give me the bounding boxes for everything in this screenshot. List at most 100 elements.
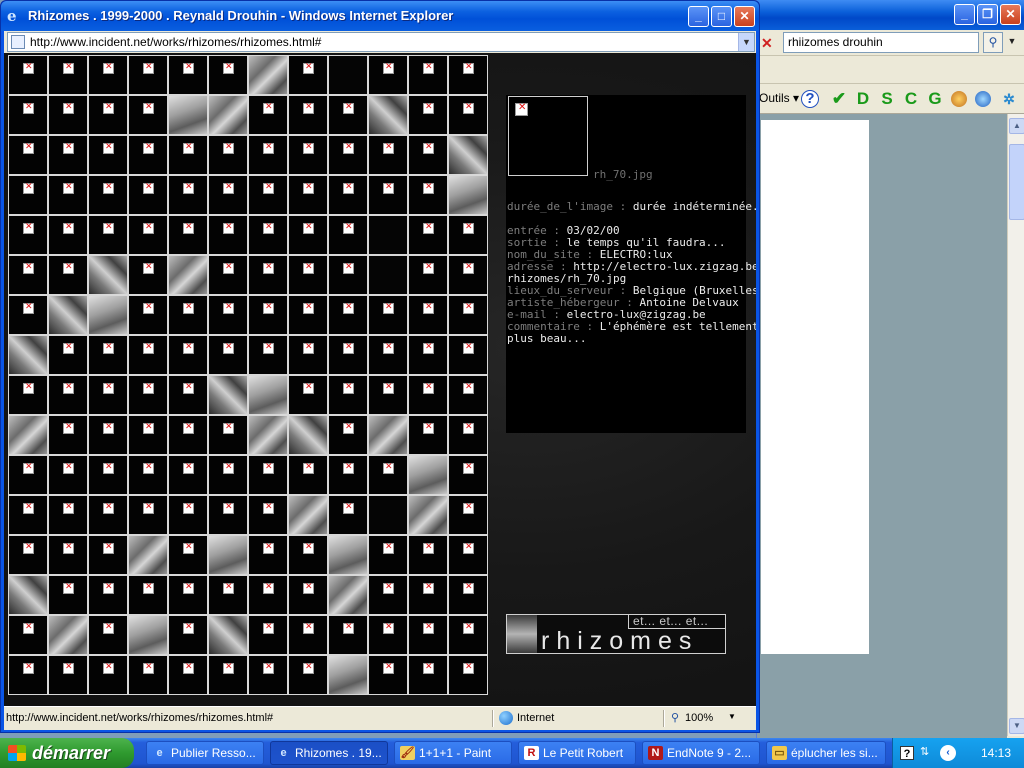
grid-cell-broken-image[interactable] [208, 655, 248, 695]
grid-cell-photo[interactable] [208, 535, 248, 575]
start-button[interactable]: démarrer [0, 738, 134, 768]
grid-cell-broken-image[interactable] [248, 335, 288, 375]
bg-close-button[interactable]: ✕ [1000, 4, 1021, 25]
grid-cell-broken-image[interactable] [368, 535, 408, 575]
grid-cell-broken-image[interactable] [208, 415, 248, 455]
grid-cell-broken-image[interactable] [408, 535, 448, 575]
grid-cell-photo[interactable] [288, 415, 328, 455]
grid-cell-broken-image[interactable] [88, 615, 128, 655]
scroll-thumb[interactable] [1009, 144, 1024, 220]
g-toolbar-button[interactable]: G [925, 89, 945, 109]
grid-cell-broken-image[interactable] [328, 375, 368, 415]
grid-cell-broken-image[interactable] [328, 495, 368, 535]
grid-cell-broken-image[interactable] [88, 455, 128, 495]
grid-cell-broken-image[interactable] [48, 215, 88, 255]
grid-cell-broken-image[interactable] [408, 375, 448, 415]
grid-cell-photo[interactable] [248, 375, 288, 415]
zoom-dropdown-icon[interactable]: ▼ [728, 712, 736, 721]
grid-cell-broken-image[interactable] [408, 55, 448, 95]
network-icon[interactable]: ⇅ [920, 745, 934, 761]
grid-cell-broken-image[interactable] [8, 535, 48, 575]
grid-cell-broken-image[interactable] [288, 215, 328, 255]
grid-cell-broken-image[interactable] [8, 495, 48, 535]
grid-cell-broken-image[interactable] [88, 575, 128, 615]
grid-cell-broken-image[interactable] [168, 615, 208, 655]
grid-cell-broken-image[interactable] [288, 335, 328, 375]
grid-cell-broken-image[interactable] [408, 295, 448, 335]
stop-icon[interactable]: ✕ [761, 34, 777, 52]
grid-cell-broken-image[interactable] [408, 335, 448, 375]
grid-cell-broken-image[interactable] [328, 215, 368, 255]
scroll-up-icon[interactable]: ▲ [1009, 118, 1024, 134]
grid-cell-empty[interactable] [368, 495, 408, 535]
d-toolbar-button[interactable]: D [853, 89, 873, 109]
grid-cell-broken-image[interactable] [168, 335, 208, 375]
grid-cell-broken-image[interactable] [168, 215, 208, 255]
grid-cell-broken-image[interactable] [248, 655, 288, 695]
grid-cell-empty[interactable] [368, 255, 408, 295]
grid-cell-broken-image[interactable] [48, 335, 88, 375]
grid-cell-broken-image[interactable] [368, 615, 408, 655]
bg-vertical-scrollbar[interactable]: ▲ ▼ [1007, 114, 1024, 736]
grid-cell-photo[interactable] [328, 575, 368, 615]
settings-icon[interactable]: ✲ [999, 89, 1019, 109]
grid-cell-photo[interactable] [248, 415, 288, 455]
globe-icon[interactable] [951, 91, 967, 107]
grid-cell-broken-image[interactable] [48, 135, 88, 175]
grid-cell-broken-image[interactable] [368, 295, 408, 335]
grid-cell-broken-image[interactable] [88, 535, 128, 575]
taskbar-item[interactable]: e Rhizomes . 19... [270, 741, 388, 765]
grid-cell-broken-image[interactable] [288, 95, 328, 135]
grid-cell-broken-image[interactable] [448, 375, 488, 415]
grid-cell-broken-image[interactable] [128, 455, 168, 495]
grid-cell-photo[interactable] [8, 335, 48, 375]
help-icon[interactable]: ? [900, 746, 914, 760]
grid-cell-broken-image[interactable] [88, 335, 128, 375]
grid-cell-empty[interactable] [328, 55, 368, 95]
grid-cell-broken-image[interactable] [208, 135, 248, 175]
grid-cell-broken-image[interactable] [8, 615, 48, 655]
grid-cell-broken-image[interactable] [48, 255, 88, 295]
grid-cell-broken-image[interactable] [88, 215, 128, 255]
grid-cell-photo[interactable] [448, 175, 488, 215]
checkmark-icon[interactable]: ✔ [829, 89, 849, 109]
grid-cell-broken-image[interactable] [288, 295, 328, 335]
grid-cell-broken-image[interactable] [88, 375, 128, 415]
grid-cell-broken-image[interactable] [288, 55, 328, 95]
grid-cell-broken-image[interactable] [88, 655, 128, 695]
web-icon[interactable] [975, 91, 991, 107]
grid-cell-broken-image[interactable] [408, 615, 448, 655]
grid-cell-broken-image[interactable] [8, 95, 48, 135]
grid-cell-broken-image[interactable] [8, 175, 48, 215]
grid-cell-broken-image[interactable] [288, 175, 328, 215]
grid-cell-photo[interactable] [408, 495, 448, 535]
grid-cell-broken-image[interactable] [88, 175, 128, 215]
grid-cell-broken-image[interactable] [8, 455, 48, 495]
grid-cell-broken-image[interactable] [368, 175, 408, 215]
grid-cell-broken-image[interactable] [408, 95, 448, 135]
grid-cell-broken-image[interactable] [248, 135, 288, 175]
bg-restore-button[interactable]: ❐ [977, 4, 998, 25]
rhizomes-logo[interactable]: et... et... et... rhizomes [506, 614, 726, 654]
minimize-button[interactable]: _ [688, 6, 709, 27]
grid-cell-photo[interactable] [328, 535, 368, 575]
grid-cell-broken-image[interactable] [408, 575, 448, 615]
grid-cell-broken-image[interactable] [168, 175, 208, 215]
grid-cell-broken-image[interactable] [128, 95, 168, 135]
grid-cell-broken-image[interactable] [128, 255, 168, 295]
grid-cell-photo[interactable] [208, 95, 248, 135]
grid-cell-broken-image[interactable] [208, 55, 248, 95]
grid-cell-broken-image[interactable] [328, 95, 368, 135]
grid-cell-broken-image[interactable] [168, 375, 208, 415]
grid-cell-broken-image[interactable] [8, 295, 48, 335]
grid-cell-broken-image[interactable] [128, 415, 168, 455]
close-button[interactable]: ✕ [734, 6, 755, 27]
help-icon[interactable]: ? [801, 90, 819, 108]
grid-cell-broken-image[interactable] [368, 375, 408, 415]
grid-cell-broken-image[interactable] [408, 655, 448, 695]
search-dropdown-icon[interactable]: ▼ [1005, 32, 1019, 53]
grid-cell-photo[interactable] [208, 615, 248, 655]
grid-cell-photo[interactable] [288, 495, 328, 535]
grid-cell-broken-image[interactable] [8, 255, 48, 295]
grid-cell-broken-image[interactable] [448, 575, 488, 615]
